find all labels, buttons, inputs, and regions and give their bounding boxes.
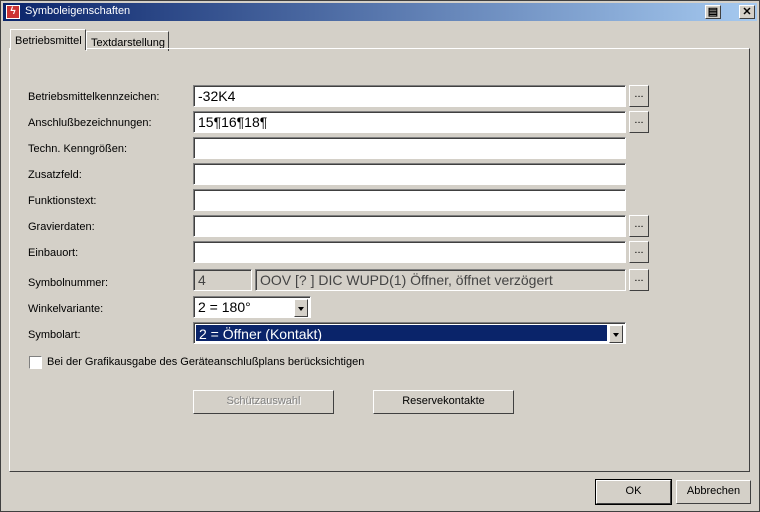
zusatzfeld-input[interactable] (193, 163, 626, 185)
label-symbolart: Symbolart: (28, 329, 81, 341)
symbolnummer-value: 4 (193, 269, 252, 291)
gravierdaten-input[interactable] (193, 215, 626, 237)
symbolart-select[interactable]: 2 = Öffner (Kontakt) (193, 322, 626, 344)
title-bar[interactable]: ϟ Symboleigenschaften ▤ ✕ (3, 3, 757, 21)
tab-label: Betriebsmittel (15, 35, 82, 47)
label-betriebsmittelkennzeichen: Betriebsmittelkennzeichen: (28, 91, 160, 103)
chevron-down-icon[interactable] (609, 325, 623, 343)
betriebsmittelkennzeichen-input[interactable]: -32K4 (193, 85, 626, 107)
tab-betriebsmittel[interactable]: Betriebsmittel (10, 29, 86, 50)
ok-button[interactable]: OK (595, 479, 672, 505)
symbol-description: OOV [? ] DIC WUPD(1) Öffner, öffnet verz… (255, 269, 626, 291)
label-anschlussbezeichnungen: Anschlußbezeichnungen: (28, 117, 152, 129)
app-icon: ϟ (6, 5, 20, 19)
symbolart-value: 2 = Öffner (Kontakt) (196, 325, 607, 342)
abbrechen-button[interactable]: Abbrechen (676, 480, 751, 504)
label-gravierdaten: Gravierdaten: (28, 221, 95, 233)
label-einbauort: Einbauort: (28, 247, 79, 259)
winkelvariante-value: 2 = 180° (198, 299, 251, 315)
dialog-window: ϟ Symboleigenschaften ▤ ✕ Betriebsmittel… (0, 0, 760, 512)
window-title: Symboleigenschaften (25, 5, 131, 17)
betriebsmittelkennzeichen-browse-button[interactable]: ... (629, 85, 649, 107)
einbauort-browse-button[interactable]: ... (629, 241, 649, 263)
funktionstext-input[interactable] (193, 189, 626, 211)
gravierdaten-browse-button[interactable]: ... (629, 215, 649, 237)
label-funktionstext: Funktionstext: (28, 195, 97, 207)
einbauort-input[interactable] (193, 241, 626, 263)
chevron-down-icon[interactable] (294, 299, 308, 317)
techn-kenngroessen-input[interactable] (193, 137, 626, 159)
winkelvariante-select[interactable]: 2 = 180° (193, 296, 311, 318)
print-icon[interactable]: ▤ (705, 5, 721, 19)
label-techn-kenngroessen: Techn. Kenngrößen: (28, 143, 128, 155)
symbolnummer-browse-button[interactable]: ... (629, 269, 649, 291)
reservekontakte-button[interactable]: Reservekontakte (373, 390, 514, 414)
grafikausgabe-checkbox[interactable] (29, 356, 42, 369)
checkbox-label: Bei der Grafikausgabe des Geräteanschluß… (47, 356, 365, 368)
anschlussbezeichnungen-browse-button[interactable]: ... (629, 111, 649, 133)
label-symbolnummer: Symbolnummer: (28, 277, 109, 289)
anschlussbezeichnungen-input[interactable]: 15¶16¶18¶ (193, 111, 626, 133)
close-button[interactable]: ✕ (739, 5, 755, 19)
label-zusatzfeld: Zusatzfeld: (28, 169, 82, 181)
schuetzauswahl-button[interactable]: Schützauswahl (193, 390, 334, 414)
label-winkelvariante: Winkelvariante: (28, 303, 104, 315)
